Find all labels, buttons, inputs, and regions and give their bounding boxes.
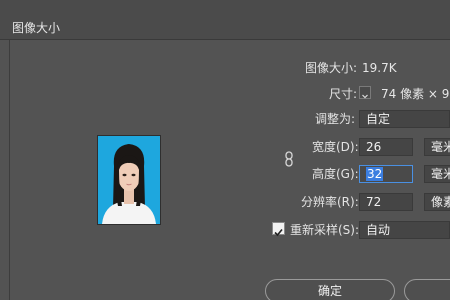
image-size-label: 图像大小: bbox=[305, 61, 358, 75]
image-preview[interactable] bbox=[97, 135, 161, 225]
fit-to-label: 调整为: bbox=[315, 112, 356, 126]
resolution-input[interactable]: 72 bbox=[359, 193, 413, 211]
width-label: 宽度(D): bbox=[312, 140, 359, 154]
image-size-dialog: 图像大小 图像大小: 19.7K 尺寸: 74 像素 × 91 调整为: 自定 … bbox=[0, 0, 450, 300]
image-size-value: 19.7K bbox=[362, 61, 397, 75]
width-unit-select[interactable]: 毫米 bbox=[424, 138, 450, 156]
width-value: 26 bbox=[366, 140, 382, 154]
resample-label[interactable]: 重新采样(S): bbox=[290, 223, 359, 237]
ok-button[interactable]: 确定 bbox=[265, 279, 395, 300]
width-input[interactable]: 26 bbox=[359, 138, 413, 156]
portrait-photo bbox=[98, 136, 160, 224]
dimensions-value: 74 像素 × 91 bbox=[381, 87, 450, 101]
checkmark-icon bbox=[274, 228, 283, 237]
cancel-button[interactable] bbox=[404, 279, 450, 300]
chevron-down-icon bbox=[362, 94, 368, 99]
resolution-label: 分辨率(R): bbox=[301, 195, 359, 209]
resolution-unit-select[interactable]: 像素 bbox=[424, 193, 450, 211]
height-unit: 毫米 bbox=[431, 167, 450, 181]
resample-select[interactable]: 自动 bbox=[359, 221, 450, 239]
height-unit-select[interactable]: 毫米 bbox=[424, 165, 450, 183]
dialog-titlebar[interactable]: 图像大小 bbox=[0, 0, 450, 40]
fit-to-value: 自定 bbox=[366, 112, 391, 126]
width-unit: 毫米 bbox=[431, 140, 450, 154]
height-value: 32 bbox=[366, 167, 384, 181]
resolution-unit: 像素 bbox=[431, 195, 450, 209]
chain-link-icon[interactable] bbox=[284, 151, 294, 167]
dimensions-label: 尺寸: bbox=[329, 87, 358, 101]
resample-checkbox[interactable] bbox=[272, 222, 285, 237]
resample-value: 自动 bbox=[366, 223, 391, 237]
ok-label: 确定 bbox=[317, 284, 342, 298]
dialog-title: 图像大小 bbox=[12, 21, 61, 35]
panel-edge bbox=[9, 40, 10, 300]
dimensions-dropdown-button[interactable] bbox=[359, 86, 371, 99]
height-input[interactable]: 32 bbox=[359, 165, 413, 183]
fit-to-select[interactable]: 自定 bbox=[359, 110, 450, 128]
height-label: 高度(G): bbox=[312, 167, 359, 181]
resolution-value: 72 bbox=[366, 195, 382, 209]
